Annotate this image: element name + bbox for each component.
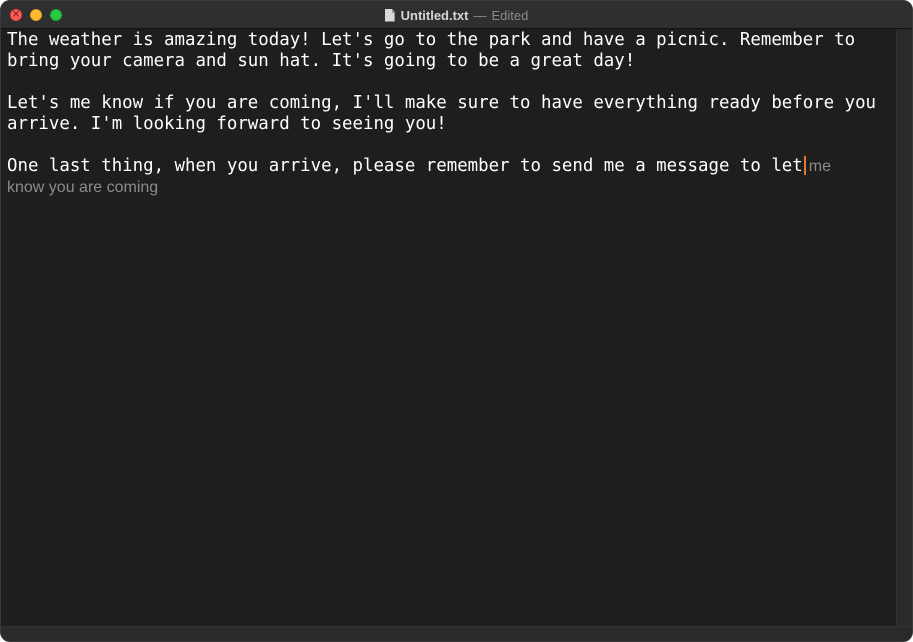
document-title[interactable]: Untitled.txt [401, 8, 469, 23]
paragraph-1: The weather is amazing today! Let's go t… [7, 30, 866, 71]
paragraph-2: Let's me know if you are coming, I'll ma… [7, 93, 887, 134]
paragraph-3-text: One last thing, when you arrive, please … [7, 156, 803, 176]
document-icon [384, 8, 395, 22]
text-editor-window: Untitled.txt — Edited The weather is ama… [0, 0, 913, 642]
text-area[interactable]: The weather is amazing today! Let's go t… [1, 29, 896, 626]
autocomplete-suggestion-continued[interactable]: know you are coming [7, 177, 892, 198]
vertical-scrollbar[interactable] [896, 29, 912, 626]
edited-status: Edited [491, 7, 529, 23]
paragraph-3: One last thing, when you arrive, please … [7, 156, 892, 198]
title-separator: — [473, 7, 487, 23]
title-bar[interactable]: Untitled.txt — Edited [1, 1, 912, 29]
horizontal-scrollbar[interactable] [1, 626, 912, 641]
text-cursor [803, 156, 806, 175]
window-title-area: Untitled.txt — Edited [1, 1, 912, 29]
autocomplete-suggestion-inline[interactable]: me [809, 158, 831, 175]
